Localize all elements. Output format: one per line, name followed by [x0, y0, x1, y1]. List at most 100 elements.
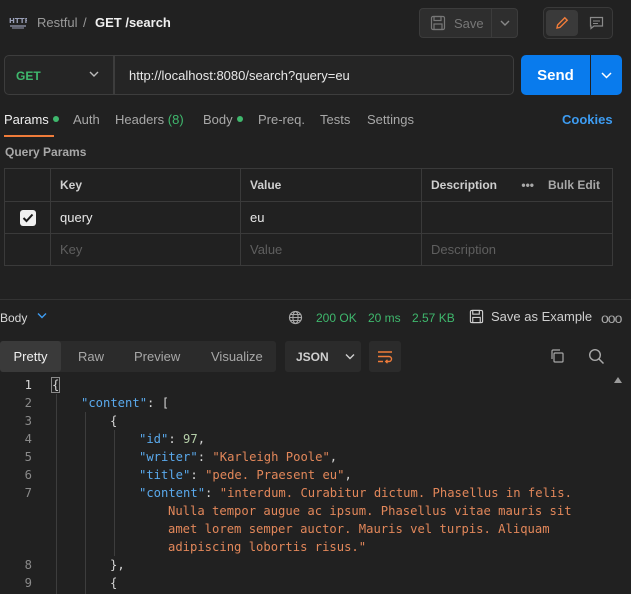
http-request-icon: HTTP [9, 14, 30, 30]
checkmark-icon [22, 213, 33, 222]
chevron-down-icon [601, 71, 612, 79]
code-line: "writer": "Karleigh Poole", [139, 450, 338, 464]
save-button[interactable]: Save [419, 8, 492, 38]
param-description-field[interactable] [421, 202, 612, 233]
column-header-description: Description ••• Bulk Edit [421, 169, 612, 201]
more-options-icon[interactable]: ooo [601, 310, 622, 326]
query-params-title: Query Params [5, 145, 87, 159]
param-key-field[interactable]: query [50, 202, 240, 233]
code-line: "id": 97, [139, 432, 206, 446]
param-value-field[interactable]: eu [240, 202, 421, 233]
language-select[interactable]: JSON [285, 341, 361, 372]
wrap-lines-button[interactable] [369, 341, 401, 372]
send-dropdown-button[interactable] [591, 55, 622, 95]
url-text: http://localhost:8080/search?query=eu [129, 68, 350, 83]
line-number: 1 [24, 378, 32, 392]
line-number: 2 [24, 396, 32, 410]
response-code-editor[interactable]: 1 2 3 4 5 6 7 8 9 { "content": [ { "id":… [0, 376, 631, 594]
code-line: "content": "interdum. Curabitur dictum. … [139, 486, 572, 500]
tab-tests[interactable]: Tests [320, 112, 350, 127]
response-body-selector[interactable]: Body [0, 311, 27, 325]
tab-body[interactable]: Body [203, 112, 243, 127]
indent-guide [85, 412, 86, 594]
edit-mode-button[interactable] [546, 10, 578, 36]
search-icon[interactable] [588, 348, 605, 365]
breadcrumb-collection[interactable]: Restful [37, 15, 77, 30]
line-number: 4 [24, 432, 32, 446]
table-header-row: Key Value Description ••• Bulk Edit [5, 169, 612, 202]
code-line-wrapped: amet lorem semper auctor. Mauris vel tur… [168, 522, 550, 536]
tab-params[interactable]: Params [4, 112, 59, 127]
table-row: query eu [5, 202, 612, 234]
column-header-key: Key [50, 169, 240, 201]
save-icon [469, 309, 484, 324]
chevron-down-icon [89, 71, 99, 77]
chevron-down-icon [500, 20, 509, 26]
method-label: GET [16, 69, 41, 83]
tab-settings[interactable]: Settings [367, 112, 414, 127]
code-line: { [110, 576, 118, 590]
breadcrumb-separator: / [83, 15, 87, 30]
tab-raw[interactable]: Raw [78, 341, 104, 372]
cookies-link[interactable]: Cookies [562, 112, 613, 127]
code-line-wrapped: Nulla tempor augue ac ipsum. Phasellus v… [168, 504, 572, 518]
chevron-down-icon [345, 354, 355, 360]
code-line: "title": "pede. Praesent eu", [139, 468, 352, 482]
top-bar: HTTP Restful / GET /search Save [0, 0, 631, 46]
new-param-key-field[interactable]: Key [50, 234, 240, 265]
bulk-edit-button[interactable]: Bulk Edit [548, 178, 600, 192]
svg-text:HTTP: HTTP [9, 17, 27, 25]
active-indicator-dot [236, 116, 243, 122]
indent-guide [114, 430, 115, 556]
save-as-example-button[interactable]: Save as Example [469, 309, 592, 324]
pencil-icon [556, 16, 569, 29]
chevron-down-icon[interactable] [37, 312, 47, 319]
active-indicator-dot [52, 116, 59, 122]
copy-icon[interactable] [549, 348, 565, 364]
method-select[interactable]: GET [4, 55, 114, 95]
line-number: 9 [24, 576, 32, 590]
save-dropdown-button[interactable] [492, 8, 518, 38]
wrap-lines-icon [378, 350, 393, 364]
save-label: Save [454, 15, 484, 31]
send-button[interactable]: Send [521, 55, 590, 95]
column-header-value: Value [240, 169, 421, 201]
save-icon [430, 15, 446, 31]
active-tab-underline [4, 135, 54, 137]
code-line-wrapped: adipiscing lobortis risus." [168, 540, 367, 554]
param-enabled-checkbox[interactable] [19, 209, 36, 226]
pane-divider[interactable] [0, 299, 631, 300]
code-line: "content": [ [81, 396, 170, 410]
status-code[interactable]: 200 OK [316, 311, 357, 325]
line-number: 8 [24, 558, 32, 572]
globe-icon[interactable] [288, 310, 303, 325]
line-number: 5 [24, 450, 32, 464]
response-format-tabs: Pretty Raw Preview Visualize [0, 341, 276, 372]
headers-count: (8) [167, 112, 184, 127]
code-line: }, [110, 558, 125, 572]
view-mode-toggle [543, 7, 613, 39]
tab-prereq[interactable]: Pre-req. [258, 112, 305, 127]
tab-headers[interactable]: Headers (8) [115, 112, 184, 127]
indent-guide [56, 394, 57, 594]
scroll-up-arrow-icon[interactable] [614, 377, 622, 383]
tab-auth[interactable]: Auth [73, 112, 100, 127]
request-title[interactable]: GET /search [95, 15, 171, 30]
tab-visualize[interactable]: Visualize [211, 341, 263, 372]
url-input[interactable]: http://localhost:8080/search?query=eu [114, 55, 514, 95]
tab-preview[interactable]: Preview [134, 341, 180, 372]
query-params-table: Key Value Description ••• Bulk Edit quer… [4, 168, 613, 266]
new-param-description-field[interactable]: Description [421, 234, 612, 265]
line-number: 7 [24, 486, 32, 500]
line-number: 6 [24, 468, 32, 482]
more-options-icon[interactable]: ••• [521, 178, 534, 192]
code-line: { [110, 414, 118, 428]
new-param-value-field[interactable]: Value [240, 234, 421, 265]
tab-pretty[interactable]: Pretty [0, 341, 61, 372]
comment-icon [589, 16, 603, 30]
line-number: 3 [24, 414, 32, 428]
code-line: { [50, 377, 61, 393]
comments-button[interactable] [580, 10, 612, 36]
response-size[interactable]: 2.57 KB [412, 311, 455, 325]
response-time[interactable]: 20 ms [368, 311, 401, 325]
